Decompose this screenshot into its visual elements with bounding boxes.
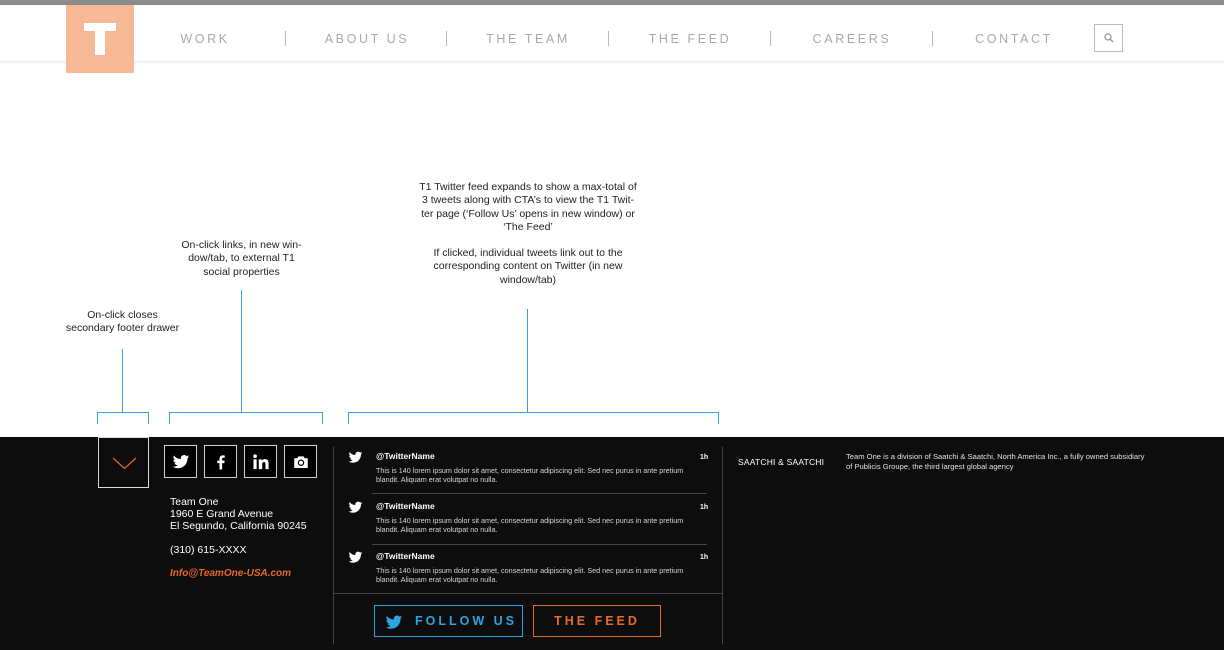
nav-divider xyxy=(446,31,447,46)
search-button[interactable] xyxy=(1094,24,1123,52)
nav-about-us[interactable]: ABOUT US xyxy=(317,32,417,46)
address-name: Team One xyxy=(170,496,219,508)
twitter-icon xyxy=(385,615,403,629)
instagram-social-link[interactable] xyxy=(284,445,317,478)
phone-number: (310) 615-XXXX xyxy=(170,544,247,556)
linkedin-social-link[interactable] xyxy=(244,445,277,478)
saatchi-logo-text: SAATCHI & SAATCHI xyxy=(738,457,825,467)
facebook-icon xyxy=(217,455,225,470)
tweet-divider xyxy=(372,493,707,494)
footer-divider xyxy=(333,447,334,644)
tweet-time: 1h xyxy=(700,554,709,561)
nav-divider xyxy=(608,31,609,46)
tweet-text: This is 140 lorem ipsum dolor sit amet, … xyxy=(376,466,684,485)
address-city: El Segundo, California 90245 xyxy=(170,520,307,532)
tweet-time: 1h xyxy=(700,504,709,511)
tweet-text: This is 140 lorem ipsum dolor sit amet, … xyxy=(376,566,684,585)
address-street: 1960 E Grand Avenue xyxy=(170,508,274,520)
annotation-bracket xyxy=(348,412,719,424)
nav-work[interactable]: WORK xyxy=(165,32,245,46)
nav-contact[interactable]: CONTACT xyxy=(964,32,1064,46)
twitter-icon xyxy=(172,455,190,469)
footer-divider xyxy=(722,447,723,644)
linkedin-icon xyxy=(253,454,269,470)
annotation-line xyxy=(241,290,242,412)
twitter-bird-icon xyxy=(348,551,363,563)
nav-careers[interactable]: CAREERS xyxy=(802,32,902,46)
tweets-bottom-divider xyxy=(334,593,722,594)
instagram-icon xyxy=(294,456,308,468)
tweet-username: @TwitterName xyxy=(376,551,435,561)
tweet-username: @TwitterName xyxy=(376,501,435,511)
twitter-bird-icon xyxy=(348,451,363,463)
follow-us-label: FOLLOW US xyxy=(415,614,517,628)
tweet-username: @TwitterName xyxy=(376,451,435,461)
nav-the-team[interactable]: THE TEAM xyxy=(478,32,578,46)
annotation-bracket xyxy=(97,412,149,424)
tweet-text: This is 140 lorem ipsum dolor sit amet, … xyxy=(376,516,684,535)
annotation-drawer: On-click closes secondary footer drawer xyxy=(65,309,180,335)
annotation-line xyxy=(122,349,123,412)
annotation-bracket xyxy=(169,412,323,424)
nav-the-feed[interactable]: THE FEED xyxy=(640,32,740,46)
nav-divider xyxy=(770,31,771,46)
twitter-social-link[interactable] xyxy=(164,445,197,478)
close-drawer-button[interactable] xyxy=(98,437,149,488)
nav-divider xyxy=(932,31,933,46)
division-statement: Team One is a division of Saatchi & Saat… xyxy=(846,452,1145,471)
the-feed-button[interactable]: THE FEED xyxy=(533,605,661,637)
team-one-logo[interactable] xyxy=(66,5,134,73)
annotation-social: On-click links, in new win- dow/tab, to … xyxy=(181,239,302,278)
site-header: WORK ABOUT US THE TEAM THE FEED CAREERS … xyxy=(0,5,1224,62)
annotation-twitter-feed: T1 Twitter feed expands to show a max-to… xyxy=(419,181,637,233)
twitter-bird-icon xyxy=(348,501,363,513)
tweet-time: 1h xyxy=(700,454,709,461)
email-link[interactable]: Info@TeamOne-USA.com xyxy=(170,568,291,579)
annotation-line xyxy=(527,309,528,412)
annotation-tweet-links: If clicked, individual tweets link out t… xyxy=(433,247,623,286)
chevron-down-icon xyxy=(112,457,137,470)
tweet-divider xyxy=(372,544,707,545)
follow-us-button[interactable]: FOLLOW US xyxy=(374,605,523,637)
search-icon xyxy=(1104,33,1114,43)
facebook-social-link[interactable] xyxy=(204,445,237,478)
nav-divider xyxy=(285,31,286,46)
